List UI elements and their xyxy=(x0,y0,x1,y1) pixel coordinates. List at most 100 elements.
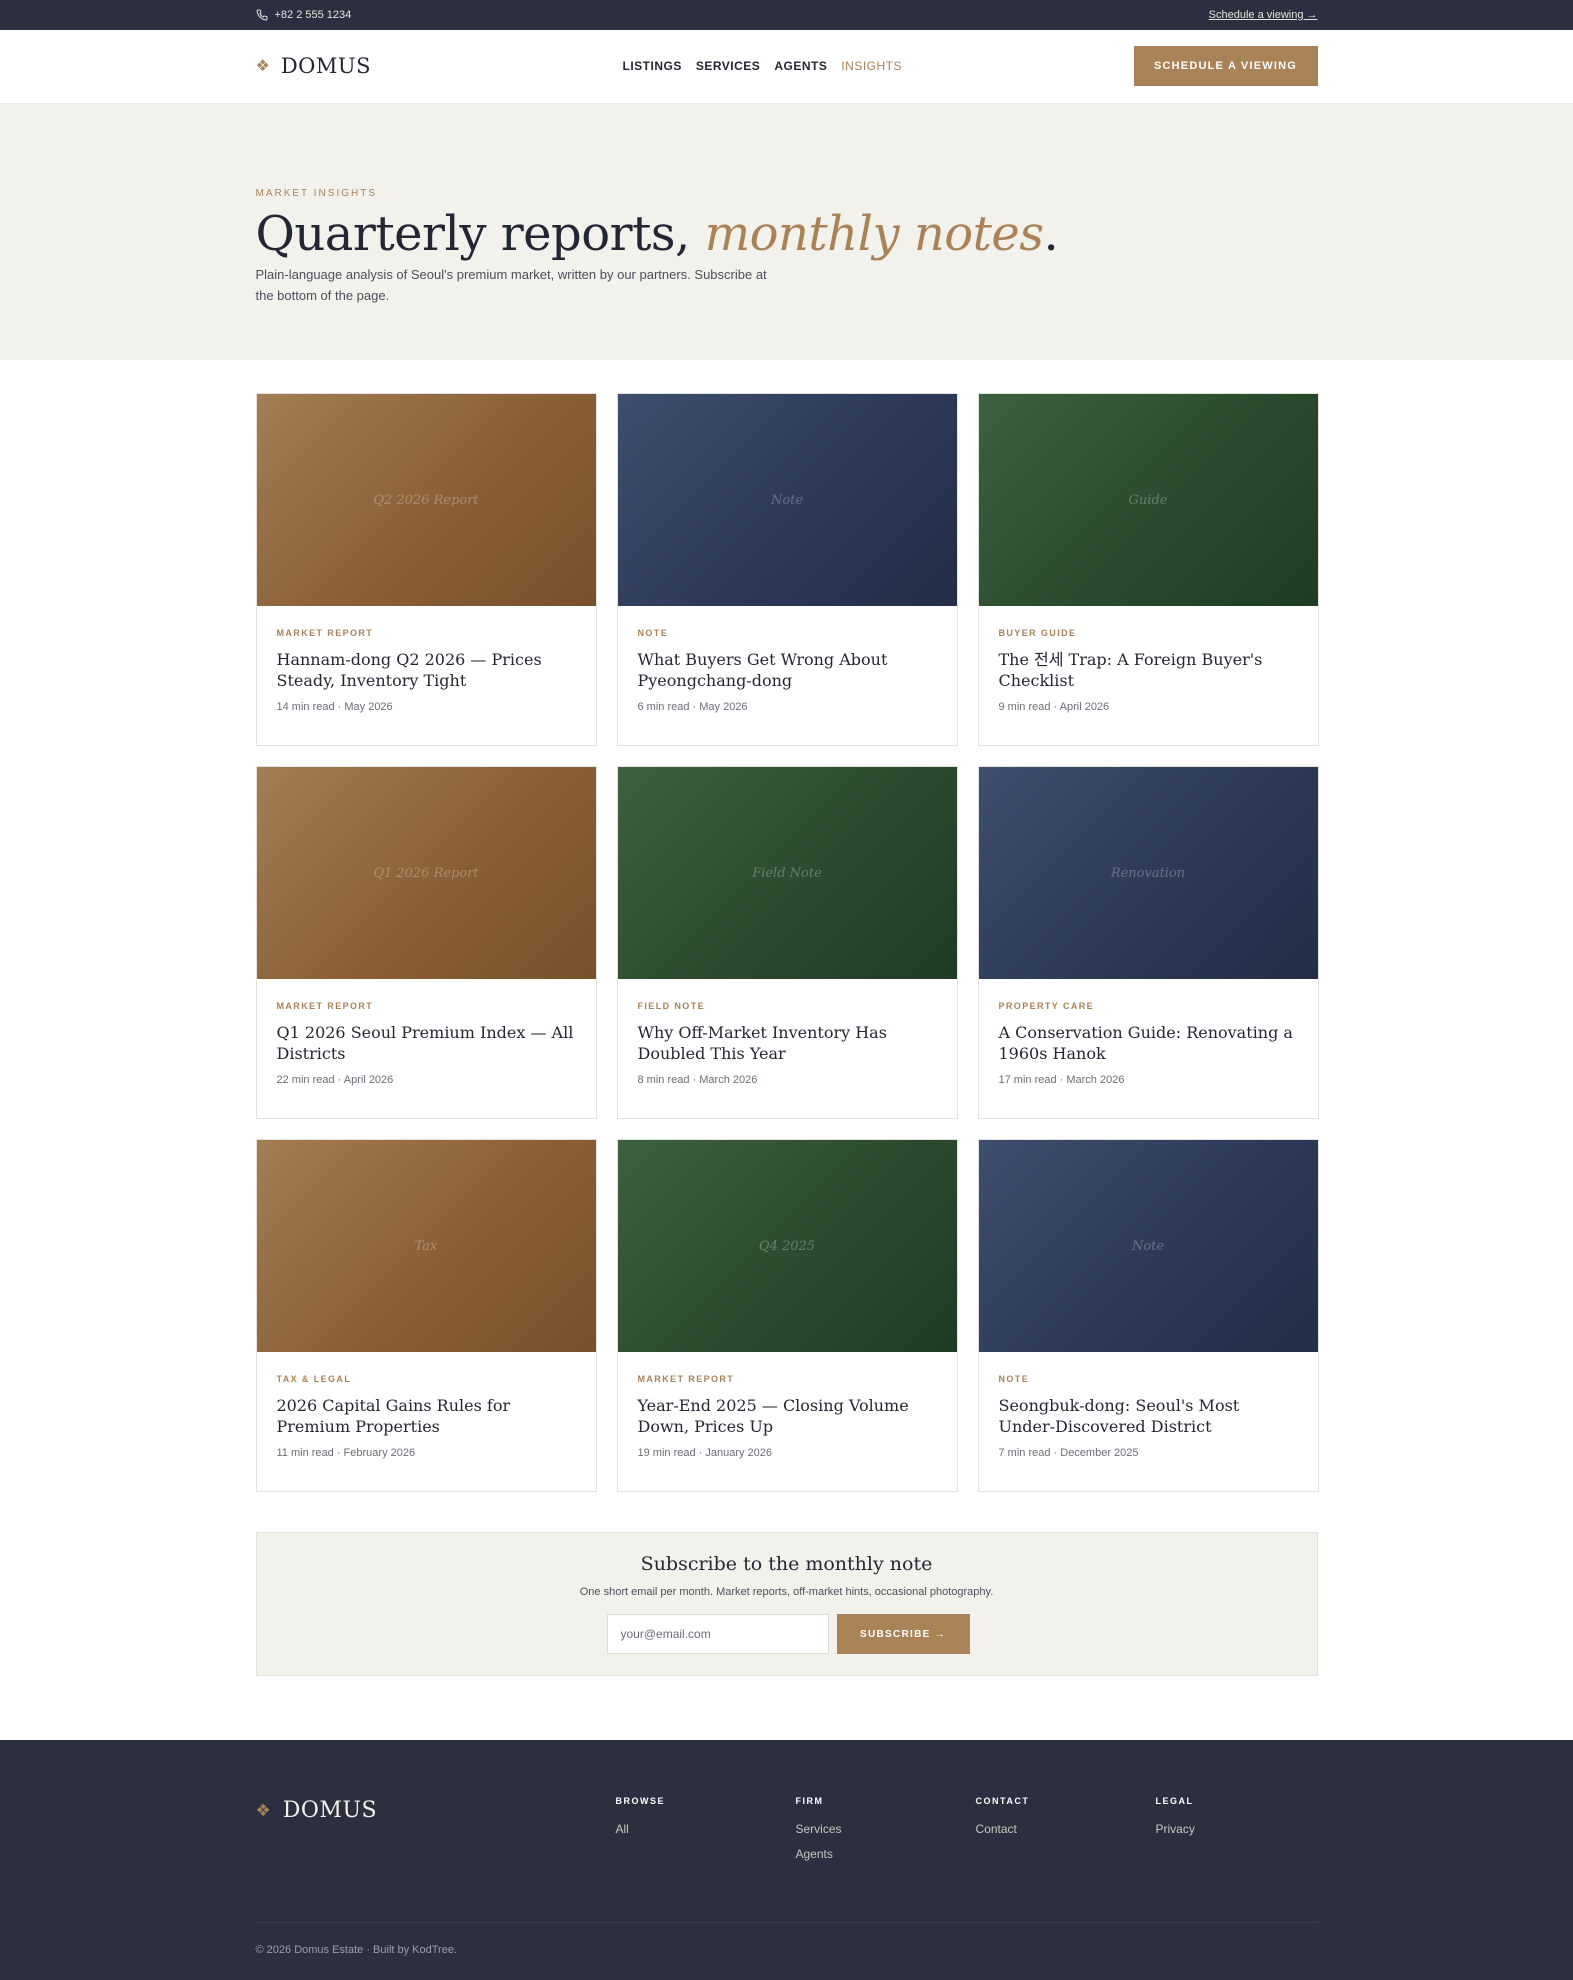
footer-link-agents[interactable]: Agents xyxy=(796,1847,842,1861)
title-accent: monthly notes xyxy=(704,206,1044,262)
schedule-viewing-button[interactable]: SCHEDULE A VIEWING xyxy=(1133,46,1318,86)
footer-col-firm: FIRM Services Agents xyxy=(796,1796,842,1872)
footer-col-browse: BROWSE All xyxy=(616,1796,666,1847)
image-label: Field Note xyxy=(752,865,822,881)
top-bar: +82 2 555 1234 Schedule a viewing → xyxy=(0,0,1573,30)
nav-services[interactable]: SERVICES xyxy=(696,59,760,73)
article-category: MARKET REPORT xyxy=(276,628,374,638)
image-label: Note xyxy=(1131,1238,1165,1254)
image-label: Q2 2026 Report xyxy=(373,492,479,508)
footer-col-contact: CONTACT Contact xyxy=(976,1796,1030,1847)
phone-icon xyxy=(256,9,268,21)
article-category: NOTE xyxy=(998,1374,1030,1384)
article-title[interactable]: Seongbuk-dong: Seoul's Most Under-Discov… xyxy=(999,1395,1298,1437)
article-card[interactable]: Tax TAX & LEGAL 2026 Capital Gains Rules… xyxy=(255,1139,597,1492)
subscribe-button[interactable]: SUBSCRIBE → xyxy=(836,1614,970,1654)
logo[interactable]: ❖ DOMUS xyxy=(256,54,371,78)
hero-subtitle: Plain-language analysis of Seoul's premi… xyxy=(255,267,767,303)
article-title[interactable]: Year-End 2025 — Closing Volume Down, Pri… xyxy=(638,1395,937,1437)
image-label: Q1 2026 Report xyxy=(373,865,479,881)
article-title[interactable]: Why Off-Market Inventory Has Doubled Thi… xyxy=(638,1022,937,1064)
article-category: MARKET REPORT xyxy=(637,1374,735,1384)
image-label: Note xyxy=(770,492,804,508)
article-meta: 17 min read · March 2026 xyxy=(998,1074,1125,1086)
footer-logo[interactable]: ❖ DOMUS xyxy=(256,1798,378,1823)
article-card[interactable]: Q4 2025 MARKET REPORT Year-End 2025 — Cl… xyxy=(616,1139,958,1492)
subscribe-title: Subscribe to the monthly note xyxy=(640,1553,933,1575)
nav-agents[interactable]: AGENTS xyxy=(774,59,827,73)
diamond-cluster-icon: ❖ xyxy=(255,58,270,75)
article-image: Q2 2026 Report xyxy=(256,394,596,606)
article-image: Field Note xyxy=(617,767,957,979)
hero-eyebrow: MARKET INSIGHTS xyxy=(255,188,377,199)
article-category: MARKET REPORT xyxy=(276,1001,374,1011)
subscribe-box: Subscribe to the monthly note One short … xyxy=(255,1532,1318,1676)
footer-link-all[interactable]: All xyxy=(616,1822,666,1836)
title-plain: Quarterly reports, xyxy=(255,206,705,262)
article-image: Q4 2025 xyxy=(617,1140,957,1352)
title-end: . xyxy=(1043,206,1059,262)
article-meta: 11 min read · February 2026 xyxy=(276,1447,416,1459)
article-meta: 14 min read · May 2026 xyxy=(276,701,393,713)
article-category: FIELD NOTE xyxy=(637,1001,705,1011)
footer-heading: LEGAL xyxy=(1155,1796,1194,1806)
article-card[interactable]: Note NOTE Seongbuk-dong: Seoul's Most Un… xyxy=(977,1139,1319,1492)
article-meta: 19 min read · January 2026 xyxy=(637,1447,773,1459)
article-image: Guide xyxy=(978,394,1318,606)
subscribe-form: SUBSCRIBE → xyxy=(606,1614,970,1654)
phone-contact[interactable]: +82 2 555 1234 xyxy=(256,9,352,21)
article-card[interactable]: Note NOTE What Buyers Get Wrong About Py… xyxy=(616,393,958,746)
site-footer: ❖ DOMUS BROWSE All FIRM Services Agents … xyxy=(0,1740,1573,1980)
footer-heading: CONTACT xyxy=(975,1796,1030,1806)
footer-link-services[interactable]: Services xyxy=(796,1822,842,1836)
hero-section: MARKET INSIGHTS Quarterly reports, month… xyxy=(0,104,1573,360)
image-label: Guide xyxy=(1128,492,1168,508)
article-title[interactable]: Hannam-dong Q2 2026 — Prices Steady, Inv… xyxy=(277,649,576,691)
diamond-cluster-icon: ❖ xyxy=(255,1800,271,1820)
footer-link-privacy[interactable]: Privacy xyxy=(1156,1822,1195,1836)
page-title: Quarterly reports, monthly notes. xyxy=(256,206,1059,262)
footer-heading: BROWSE xyxy=(615,1796,665,1806)
email-input[interactable] xyxy=(606,1614,829,1654)
article-category: NOTE xyxy=(637,628,669,638)
image-label: Q4 2025 xyxy=(758,1238,816,1254)
footer-link-contact[interactable]: Contact xyxy=(976,1822,1030,1836)
article-meta: 7 min read · December 2025 xyxy=(998,1447,1139,1459)
articles-grid: Q2 2026 Report MARKET REPORT Hannam-dong… xyxy=(255,393,1319,1492)
nav-insights[interactable]: INSIGHTS xyxy=(841,59,902,73)
image-label: Tax xyxy=(414,1238,438,1254)
article-image: Q1 2026 Report xyxy=(256,767,596,979)
article-category: TAX & LEGAL xyxy=(276,1374,352,1384)
article-title[interactable]: The 전세 Trap: A Foreign Buyer's Checklist xyxy=(999,649,1298,691)
article-title[interactable]: Q1 2026 Seoul Premium Index — All Distri… xyxy=(277,1022,576,1064)
article-image: Note xyxy=(617,394,957,606)
article-image: Note xyxy=(978,1140,1318,1352)
article-category: BUYER GUIDE xyxy=(998,628,1077,638)
article-meta: 8 min read · March 2026 xyxy=(637,1074,758,1086)
article-title[interactable]: A Conservation Guide: Renovating a 1960s… xyxy=(999,1022,1298,1064)
article-card[interactable]: Guide BUYER GUIDE The 전세 Trap: A Foreign… xyxy=(977,393,1319,746)
subscribe-text: One short email per month. Market report… xyxy=(579,1586,994,1598)
article-image: Tax xyxy=(256,1140,596,1352)
article-card[interactable]: Q1 2026 Report MARKET REPORT Q1 2026 Seo… xyxy=(255,766,597,1119)
image-label: Renovation xyxy=(1110,865,1186,881)
schedule-viewing-link[interactable]: Schedule a viewing → xyxy=(1209,9,1318,21)
footer-col-legal: LEGAL Privacy xyxy=(1156,1796,1195,1847)
footer-copyright: © 2026 Domus Estate · Built by KodTree. xyxy=(255,1944,458,1956)
footer-logo-text: DOMUS xyxy=(282,1798,378,1823)
article-category: PROPERTY CARE xyxy=(998,1001,1095,1011)
logo-text: DOMUS xyxy=(280,54,371,78)
article-title[interactable]: 2026 Capital Gains Rules for Premium Pro… xyxy=(277,1395,576,1437)
article-card[interactable]: Q2 2026 Report MARKET REPORT Hannam-dong… xyxy=(255,393,597,746)
article-card[interactable]: Field Note FIELD NOTE Why Off-Market Inv… xyxy=(616,766,958,1119)
phone-number: +82 2 555 1234 xyxy=(274,9,352,21)
article-title[interactable]: What Buyers Get Wrong About Pyeongchang-… xyxy=(638,649,937,691)
article-meta: 9 min read · April 2026 xyxy=(998,701,1110,713)
article-card[interactable]: Renovation PROPERTY CARE A Conservation … xyxy=(977,766,1319,1119)
article-meta: 22 min read · April 2026 xyxy=(276,1074,394,1086)
main-nav: LISTINGS SERVICES AGENTS INSIGHTS xyxy=(623,59,903,73)
nav-listings[interactable]: LISTINGS xyxy=(623,59,682,73)
site-header: ❖ DOMUS LISTINGS SERVICES AGENTS INSIGHT… xyxy=(0,30,1573,104)
footer-heading: FIRM xyxy=(795,1796,824,1806)
article-image: Renovation xyxy=(978,767,1318,979)
